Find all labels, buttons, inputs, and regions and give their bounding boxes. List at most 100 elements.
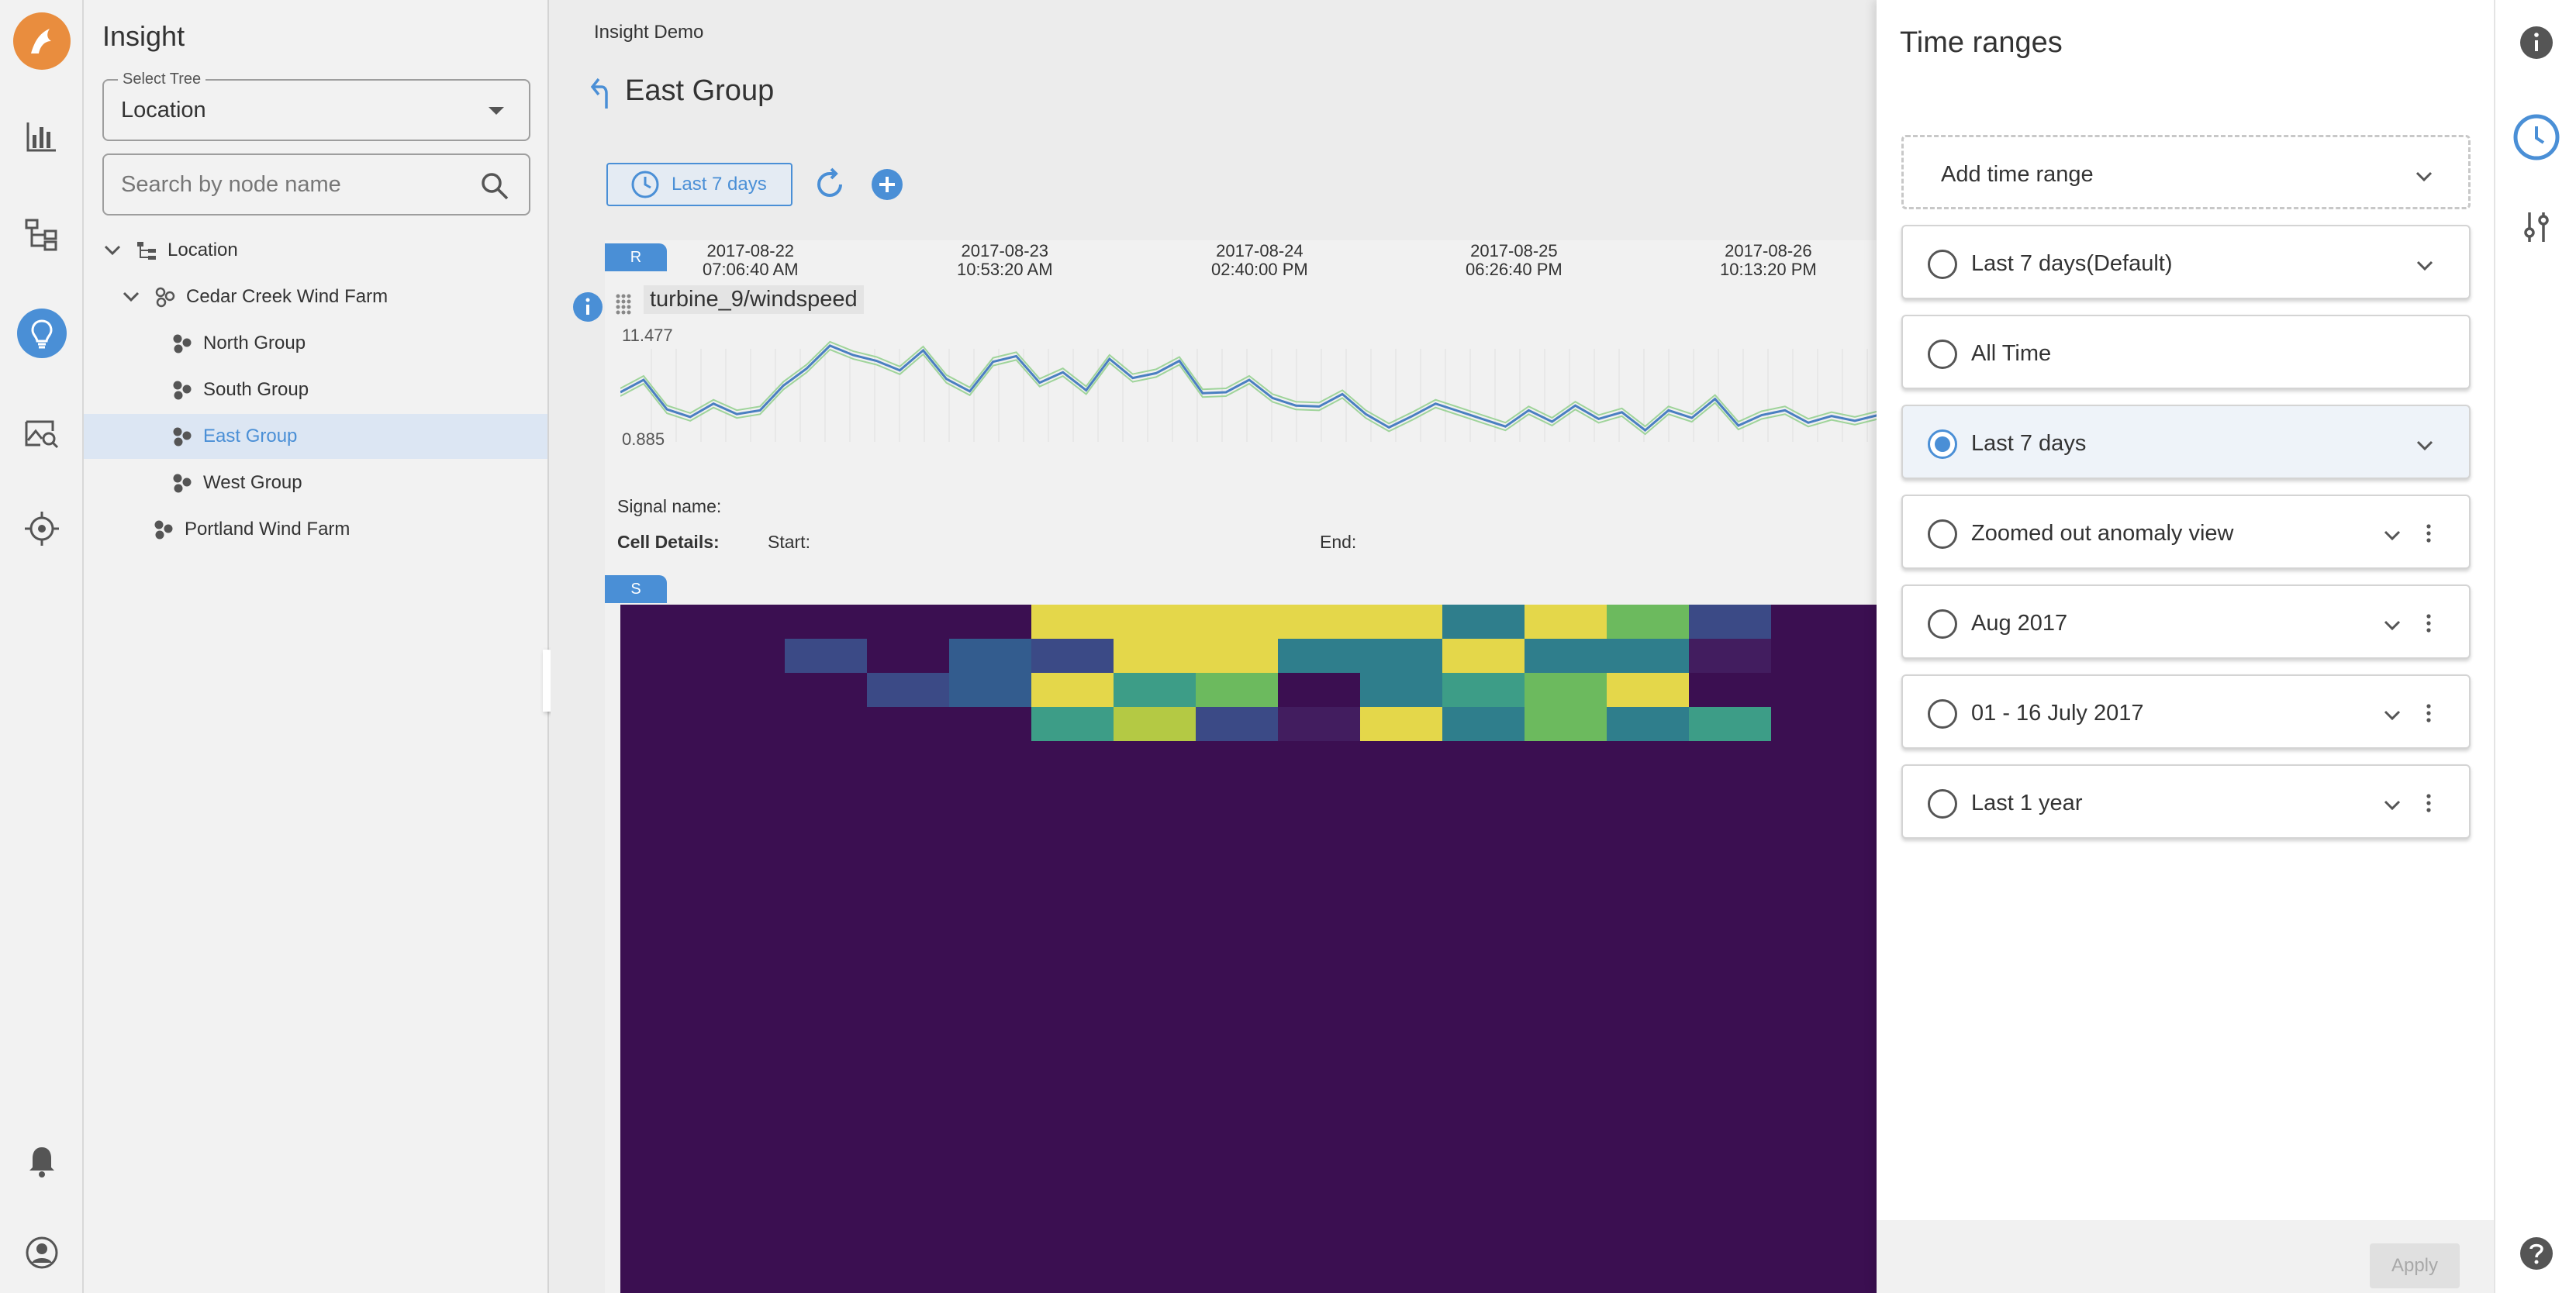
heatmap-cell[interactable] xyxy=(949,673,1031,707)
heatmap-cell[interactable] xyxy=(1360,639,1442,673)
heatmap-cell[interactable] xyxy=(1525,707,1607,741)
heatmap-cell[interactable] xyxy=(1360,673,1442,707)
breadcrumb[interactable]: Insight Demo xyxy=(594,22,703,43)
bell-icon[interactable] xyxy=(0,1143,84,1180)
search-field[interactable] xyxy=(102,153,530,216)
heatmap-cell[interactable] xyxy=(1278,605,1360,639)
time-range-chip[interactable]: Last 7 days xyxy=(606,163,792,206)
heatmap-cell[interactable] xyxy=(1031,639,1114,673)
apply-button[interactable]: Apply xyxy=(2370,1243,2460,1288)
heatmap-cell[interactable] xyxy=(1114,605,1196,639)
time-range-radio[interactable] xyxy=(1928,699,1957,729)
info-icon[interactable] xyxy=(572,291,603,322)
heatmap-cell[interactable] xyxy=(1114,673,1196,707)
windspeed-line-chart[interactable] xyxy=(620,326,1878,465)
heatmap-cell[interactable] xyxy=(1607,707,1689,741)
time-range-radio[interactable] xyxy=(1928,429,1957,459)
heatmap-cell[interactable] xyxy=(1196,707,1278,741)
tree-node-south-group[interactable]: South Group xyxy=(84,367,547,412)
heatmap-cell[interactable] xyxy=(1607,673,1689,707)
tree-node-east-group[interactable]: East Group xyxy=(84,414,547,459)
time-range-card[interactable]: Last 7 days(Default) xyxy=(1901,225,2471,299)
chevron-down-icon[interactable] xyxy=(119,285,143,309)
chevron-down-icon[interactable] xyxy=(2413,434,2436,457)
more-vert-icon[interactable] xyxy=(2424,612,2433,636)
chevron-down-icon[interactable] xyxy=(2381,794,2404,817)
time-range-card[interactable]: 01 - 16 July 2017 xyxy=(1901,674,2471,749)
time-range-card[interactable]: Aug 2017 xyxy=(1901,584,2471,659)
time-range-radio[interactable] xyxy=(1928,519,1957,549)
add-circle-icon[interactable] xyxy=(870,167,904,202)
chevron-down-icon[interactable] xyxy=(101,239,124,262)
chevron-down-icon[interactable] xyxy=(2381,704,2404,727)
time-range-radio[interactable] xyxy=(1928,340,1957,369)
heatmap-cell[interactable] xyxy=(1689,639,1771,673)
heatmap-cell[interactable] xyxy=(1689,605,1771,639)
heatmap-cell[interactable] xyxy=(1442,639,1525,673)
more-vert-icon[interactable] xyxy=(2424,522,2433,546)
more-vert-icon[interactable] xyxy=(2424,702,2433,726)
heatmap-cell[interactable] xyxy=(1196,605,1278,639)
heatmap-cell[interactable] xyxy=(1689,707,1771,741)
time-range-radio[interactable] xyxy=(1928,250,1957,279)
heatmap-cell[interactable] xyxy=(1525,605,1607,639)
sliders-icon[interactable] xyxy=(2495,209,2576,245)
image-search-icon[interactable] xyxy=(0,414,84,451)
r-tab[interactable]: R xyxy=(605,243,667,271)
info-icon[interactable] xyxy=(2495,25,2576,60)
heatmap-cell[interactable] xyxy=(1278,639,1360,673)
tree-structure-icon[interactable] xyxy=(0,216,84,253)
heatmap-cell[interactable] xyxy=(1278,707,1360,741)
add-time-range-button[interactable]: Add time range xyxy=(1901,135,2471,209)
heatmap-cell[interactable] xyxy=(1196,639,1278,673)
chevron-down-icon[interactable] xyxy=(2413,254,2436,278)
heatmap-cell[interactable] xyxy=(949,639,1031,673)
chevron-down-icon[interactable] xyxy=(2412,165,2436,188)
heatmap-cell[interactable] xyxy=(1360,707,1442,741)
time-range-card[interactable]: All Time xyxy=(1901,315,2471,389)
clock-icon[interactable] xyxy=(2495,113,2576,161)
heatmap-cell[interactable] xyxy=(1442,605,1525,639)
tree-node-location[interactable]: Location xyxy=(84,228,547,273)
heatmap-cell[interactable] xyxy=(1031,707,1114,741)
chevron-down-icon[interactable] xyxy=(2381,614,2404,637)
back-arrow-icon[interactable] xyxy=(588,76,619,112)
heatmap-cell[interactable] xyxy=(867,673,949,707)
more-vert-icon[interactable] xyxy=(2424,792,2433,815)
drag-handle-icon[interactable] xyxy=(614,293,633,315)
s-tab[interactable]: S xyxy=(605,575,667,603)
search-input[interactable] xyxy=(121,169,470,200)
chevron-down-icon[interactable] xyxy=(2381,524,2404,547)
heatmap[interactable] xyxy=(620,605,1878,1293)
bar-chart-icon[interactable] xyxy=(0,118,84,155)
heatmap-cell[interactable] xyxy=(1031,605,1114,639)
time-range-card[interactable]: Zoomed out anomaly view xyxy=(1901,495,2471,569)
time-range-card[interactable]: Last 1 year xyxy=(1901,764,2471,839)
refresh-icon[interactable] xyxy=(811,166,848,203)
tree-node-cedar-creek[interactable]: Cedar Creek Wind Farm xyxy=(84,274,547,319)
time-range-radio[interactable] xyxy=(1928,789,1957,819)
heatmap-cell[interactable] xyxy=(1114,639,1196,673)
insight-nav-item[interactable] xyxy=(0,309,84,358)
help-icon[interactable] xyxy=(2495,1236,2576,1271)
search-icon[interactable] xyxy=(479,171,510,202)
heatmap-cell[interactable] xyxy=(1525,673,1607,707)
tree-node-portland[interactable]: Portland Wind Farm xyxy=(84,507,547,552)
crosshair-icon[interactable] xyxy=(0,510,84,547)
heatmap-cell[interactable] xyxy=(785,639,867,673)
heatmap-cell[interactable] xyxy=(1442,707,1525,741)
heatmap-cell[interactable] xyxy=(1607,605,1689,639)
heatmap-cell[interactable] xyxy=(1442,673,1525,707)
account-icon[interactable] xyxy=(0,1234,84,1271)
tree-node-north-group[interactable]: North Group xyxy=(84,321,547,366)
select-tree-dropdown[interactable]: Select Tree Location xyxy=(102,71,530,141)
app-logo[interactable] xyxy=(0,12,84,70)
heatmap-cell[interactable] xyxy=(1114,707,1196,741)
heatmap-cell[interactable] xyxy=(1360,605,1442,639)
heatmap-cell[interactable] xyxy=(1525,639,1607,673)
heatmap-cell[interactable] xyxy=(1031,673,1114,707)
time-range-card[interactable]: Last 7 days xyxy=(1901,405,2471,479)
time-range-radio[interactable] xyxy=(1928,609,1957,639)
heatmap-cell[interactable] xyxy=(1607,639,1689,673)
heatmap-cell[interactable] xyxy=(1196,673,1278,707)
